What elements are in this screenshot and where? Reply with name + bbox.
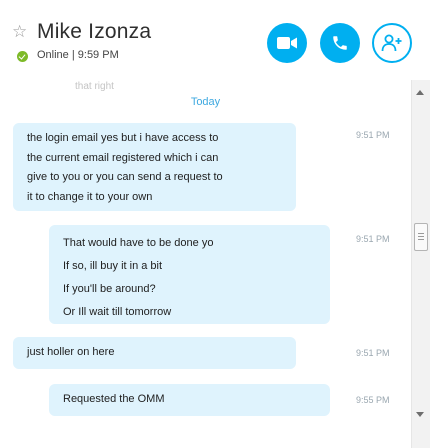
message-line: That would have to be done yo: [63, 237, 214, 249]
previous-message-fragment: that right: [75, 81, 114, 92]
conversation-scrollbar[interactable]: [411, 80, 430, 448]
message-line: If you'll be around?: [63, 283, 156, 295]
video-call-button[interactable]: [267, 23, 307, 63]
message-line: the current email registered which i can: [27, 151, 219, 164]
message-bubble-incoming[interactable]: just holler on here: [13, 337, 296, 369]
chat-header: ☆ Mike Izonza Online | 9:59 PM: [0, 0, 430, 80]
online-status-icon: [17, 51, 28, 62]
message-line: the login email yes but i have access to: [27, 132, 219, 144]
message-bubble-outgoing[interactable]: That would have to be done yo If so, ill…: [49, 225, 330, 324]
message-line: it to change it to your own: [27, 190, 153, 203]
add-people-icon: [381, 34, 402, 52]
message-bubble-incoming[interactable]: the login email yes but i have access to…: [13, 123, 296, 211]
message-timestamp: 9:55 PM: [356, 395, 390, 405]
scroll-up-arrow-icon[interactable]: [416, 90, 424, 95]
day-separator: Today: [190, 96, 221, 108]
contact-name: Mike Izonza: [37, 20, 152, 43]
favorite-star-icon[interactable]: ☆: [12, 23, 30, 41]
message-bubble-outgoing[interactable]: Requested the OMM: [49, 384, 330, 416]
scrollbar-thumb[interactable]: [414, 223, 428, 251]
message-timestamp: 9:51 PM: [356, 130, 390, 140]
message-timestamp: 9:51 PM: [356, 348, 390, 358]
message-line: just holler on here: [27, 346, 115, 358]
message-line: Or Ill wait till tomorrow: [63, 306, 172, 318]
phone-call-icon: [333, 36, 347, 50]
conversation-pane[interactable]: that right Today the login email yes but…: [0, 80, 411, 448]
message-timestamp: 9:51 PM: [356, 234, 390, 244]
contact-status: Online | 9:59 PM: [37, 49, 119, 61]
add-people-button[interactable]: [372, 23, 412, 63]
scroll-down-arrow-icon[interactable]: [416, 412, 424, 417]
video-call-icon: [277, 37, 297, 49]
message-line: give to you or you can send a request to: [27, 171, 223, 183]
message-line: Requested the OMM: [63, 393, 165, 405]
audio-call-button[interactable]: [320, 23, 360, 63]
message-line: If so, ill buy it in a bit: [63, 260, 163, 272]
